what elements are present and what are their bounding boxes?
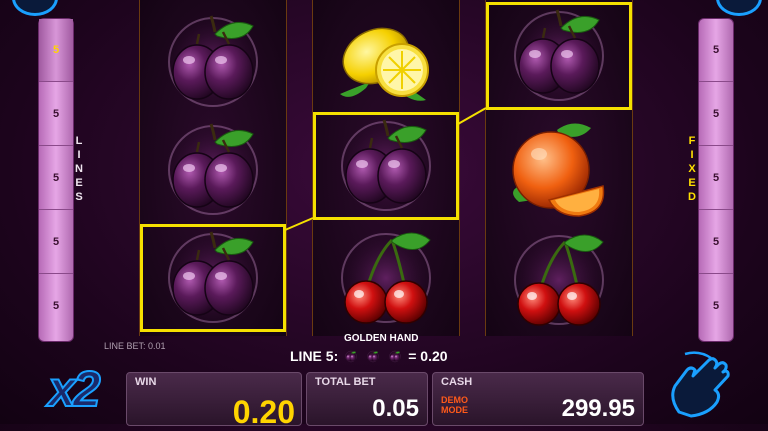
menu-icon[interactable]: [12, 0, 58, 16]
golden-hand-label: GOLDEN HAND: [344, 333, 419, 344]
symbol-cherry: [486, 226, 632, 334]
line-win-info: LINE 5: = 0.20: [290, 348, 448, 364]
fixed-count-2: 5: [699, 83, 733, 146]
cherry-icon: [336, 228, 436, 328]
symbol-lemon: [313, 6, 459, 114]
line-count-5[interactable]: 5: [39, 275, 73, 337]
symbol-plum: [140, 116, 286, 224]
reel-1: [139, 0, 287, 336]
line-count-3[interactable]: 5: [39, 147, 73, 210]
symbol-plum: [140, 8, 286, 116]
multiplier-badge[interactable]: x2: [47, 360, 102, 418]
line-win-amount: = 0.20: [408, 348, 448, 364]
cash-panel: CASH DEMO MODE 299.95: [432, 372, 644, 426]
demo-mode-label: DEMO MODE: [441, 395, 468, 415]
symbol-plum-winning: [140, 224, 286, 332]
plum-icon: [163, 120, 263, 220]
fixed-label: FIXED: [688, 135, 696, 203]
fixed-count-1: 5: [699, 19, 733, 82]
lines-panel: 5 5 5 5 5: [38, 18, 74, 342]
plum-icon: [367, 349, 380, 363]
cash-label: CASH: [441, 376, 473, 388]
lines-label: LINES: [75, 135, 83, 203]
fixed-count-3: 5: [699, 147, 733, 210]
reel-2: [312, 0, 460, 336]
fixed-count-5: 5: [712, 300, 720, 312]
plum-icon: [389, 349, 402, 363]
fixed-count-4: 5: [699, 211, 733, 274]
plum-icon: [336, 116, 436, 216]
total-bet-label: TOTAL BET: [315, 376, 376, 388]
line-count-2[interactable]: 5: [39, 83, 73, 146]
win-value: 0.20: [232, 394, 295, 430]
symbol-cherry: [313, 224, 459, 332]
settings-icon[interactable]: [716, 0, 762, 16]
line-win-prefix: LINE 5:: [290, 348, 339, 364]
line-bet-text: LINE BET: 0.01: [104, 341, 166, 351]
win-label: WIN: [135, 376, 157, 388]
lemon-icon: [333, 17, 429, 102]
win-panel: WIN 0.20: [126, 372, 302, 430]
plum-icon: [163, 12, 263, 112]
fixed-panel: 5 5 5 5 5: [698, 18, 734, 342]
reel-3: [485, 0, 633, 336]
symbol-plum-winning: [486, 2, 632, 110]
cash-value: 299.95: [561, 395, 635, 422]
line-count-1[interactable]: 5: [39, 19, 73, 82]
plum-icon: [345, 349, 358, 363]
total-bet-value: 0.05: [372, 395, 419, 422]
symbol-orange: [486, 114, 632, 222]
line-count-4[interactable]: 5: [39, 211, 73, 274]
orange-icon: [512, 122, 605, 217]
plum-icon: [163, 228, 263, 328]
plum-icon: [509, 6, 609, 106]
cherry-icon: [509, 230, 609, 330]
symbol-plum-winning: [313, 112, 459, 220]
total-bet-panel[interactable]: TOTAL BET 0.05: [306, 372, 428, 426]
spin-hand-button[interactable]: [665, 350, 731, 420]
